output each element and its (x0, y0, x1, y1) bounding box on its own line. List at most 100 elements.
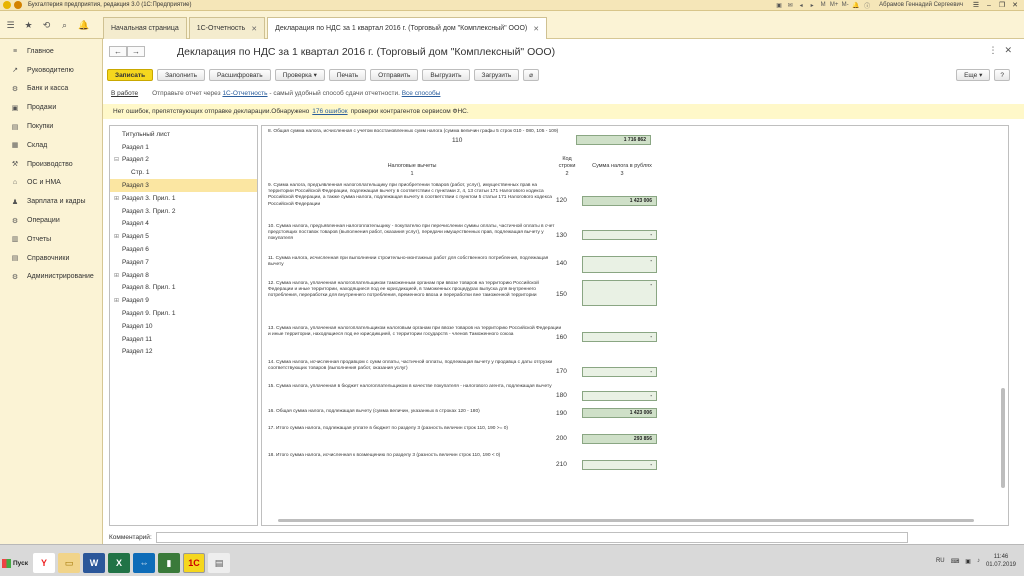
sidebar-item-main[interactable]: ≡ Главное (0, 42, 102, 61)
tab-1c-reporting[interactable]: 1С-Отчетность ✕ (188, 17, 266, 39)
window-preview-icon[interactable]: ▤ (208, 553, 230, 573)
close-icon[interactable]: ✕ (533, 25, 539, 33)
tab-vat-declaration[interactable]: Декларация по НДС за 1 квартал 2016 г. (… (267, 17, 548, 39)
tree-item[interactable]: Раздел 10 (110, 320, 257, 333)
yandex-browser-icon[interactable]: Y (33, 553, 55, 573)
history-icon[interactable]: ⟲ (42, 20, 51, 31)
expand-icon[interactable]: ⊞ (114, 272, 119, 279)
status-link[interactable]: В работе (111, 90, 138, 97)
sidebar-item-admin[interactable]: ⚙ Администрирование (0, 268, 102, 287)
save-button[interactable]: Записать (107, 69, 154, 81)
memory-m-icon[interactable]: M (819, 1, 827, 9)
tree-item[interactable]: Раздел 8. Прил. 1 (110, 282, 257, 295)
favorites-star-icon[interactable]: ★ (24, 20, 33, 31)
sidebar-item-salary[interactable]: ♟ Зарплата и кадры (0, 192, 102, 211)
all-methods-link[interactable]: Все способы (402, 90, 441, 97)
start-button[interactable]: Пуск (2, 556, 32, 570)
clock[interactable]: 11:46 01.07.2019 (986, 553, 1016, 569)
close-icon[interactable]: ✕ (251, 25, 257, 33)
scrollbar-thumb[interactable] (1001, 388, 1005, 488)
report-field-130[interactable]: - (582, 230, 657, 240)
tree-item[interactable]: ⊞ Раздел 5 (110, 230, 257, 243)
file-explorer-icon[interactable]: ▭ (58, 553, 80, 573)
sidebar-item-purchases[interactable]: ▤ Покупки (0, 117, 102, 136)
sidebar-item-director[interactable]: ↗ Руководителю (0, 61, 102, 80)
vertical-scrollbar[interactable] (1000, 130, 1006, 520)
sidebar-item-sales[interactable]: ▣ Продажи (0, 98, 102, 117)
upload-button[interactable]: Выгрузить (422, 69, 470, 81)
nav-back-button[interactable]: ← (109, 46, 127, 57)
more-options-icon[interactable]: ⋮ (988, 45, 997, 56)
tree-item[interactable]: ⊞ Раздел 3. Прил. 1 (110, 192, 257, 205)
memory-mminus-icon[interactable]: M- (841, 1, 849, 9)
menu-dots-icon[interactable]: ☰ (971, 1, 981, 9)
report-field-150[interactable]: - (582, 280, 657, 306)
back-icon[interactable]: ◂ (797, 1, 805, 9)
comment-input[interactable] (155, 532, 908, 543)
network-icon[interactable]: ▣ (965, 558, 971, 565)
help-button[interactable]: ? (994, 69, 1010, 81)
tree-item[interactable]: ⊟ Раздел 2 (110, 154, 257, 167)
tree-item[interactable]: Титульный лист (110, 128, 257, 141)
info-icon[interactable]: ⓘ (863, 1, 871, 10)
decode-button[interactable]: Расшифровать (209, 69, 271, 81)
report-field-170[interactable]: - (582, 367, 657, 377)
report-field-190[interactable]: 1 423 006 (582, 408, 657, 418)
expand-icon[interactable]: ⊞ (114, 233, 119, 240)
sidebar-item-operations[interactable]: ⚙ Операции (0, 211, 102, 230)
language-indicator[interactable]: RU (936, 558, 945, 564)
close-icon[interactable]: ✕ (1004, 45, 1012, 56)
restore-button[interactable]: ❐ (997, 1, 1007, 9)
tree-item[interactable]: Раздел 12 (110, 346, 257, 359)
tree-item-selected[interactable]: Раздел 3 (110, 179, 257, 192)
notification-bell-icon[interactable]: 🔔 (852, 1, 860, 9)
sidebar-item-catalogs[interactable]: ▤ Справочники (0, 249, 102, 268)
menu-icon[interactable]: ☰ (6, 20, 15, 31)
tree-item[interactable]: Раздел 3. Прил. 2 (110, 205, 257, 218)
more-dropdown-button[interactable]: Еще ▾ (956, 69, 991, 81)
excel-icon[interactable]: X (108, 553, 130, 573)
collapse-icon[interactable]: ⊟ (114, 156, 119, 163)
scrollbar-thumb[interactable] (278, 519, 974, 522)
tree-item[interactable]: Раздел 6 (110, 243, 257, 256)
errors-link[interactable]: 176 ошибок (312, 108, 347, 115)
volume-icon[interactable]: ♪ (977, 558, 980, 564)
terminal-icon[interactable]: ▮ (158, 553, 180, 573)
report-field-120[interactable]: 1 423 006 (582, 196, 657, 206)
forward-icon[interactable]: ▸ (808, 1, 816, 9)
report-field-160[interactable]: - (582, 332, 657, 342)
sidebar-item-production[interactable]: ⚒ Производство (0, 155, 102, 174)
fill-button[interactable]: Заполнить (157, 69, 206, 81)
apps-icon[interactable]: ▣ (775, 1, 783, 9)
check-dropdown-button[interactable]: Проверка ▾ (274, 69, 325, 81)
report-field-140[interactable]: - (582, 256, 657, 273)
notifications-bell-icon[interactable]: 🔔 (78, 20, 89, 31)
search-icon[interactable]: ⌕ (60, 20, 69, 31)
expand-icon[interactable]: ⊞ (114, 195, 119, 202)
tree-item[interactable]: Стр. 1 (110, 166, 257, 179)
reporting-link[interactable]: 1С-Отчетность (222, 90, 267, 97)
tree-item[interactable]: Раздел 11 (110, 333, 257, 346)
tree-item[interactable]: ⊞ Раздел 8 (110, 269, 257, 282)
tree-item[interactable]: Раздел 4 (110, 218, 257, 231)
nav-forward-button[interactable]: → (127, 46, 145, 57)
attachment-button[interactable]: ⌀ (523, 69, 540, 81)
close-window-button[interactable]: ✕ (1010, 1, 1020, 9)
minimize-button[interactable]: – (984, 1, 994, 9)
sidebar-item-bank[interactable]: ⚙ Банк и касса (0, 80, 102, 99)
report-field-200[interactable]: 293 856 (582, 434, 657, 444)
send-button[interactable]: Отправить (370, 69, 419, 81)
main-menu-icon[interactable] (14, 1, 22, 9)
load-button[interactable]: Загрузить (473, 69, 520, 81)
expand-icon[interactable]: ⊞ (114, 297, 119, 304)
word-icon[interactable]: W (83, 553, 105, 573)
print-button[interactable]: Печать (328, 69, 367, 81)
report-field-210[interactable]: - (582, 460, 657, 470)
tree-item[interactable]: Раздел 7 (110, 256, 257, 269)
report-field-180[interactable]: - (582, 391, 657, 401)
current-user[interactable]: Абрамов Геннадий Сергеевич (879, 2, 963, 8)
report-field-110[interactable]: 1 716 862 (576, 135, 651, 145)
sidebar-item-reports[interactable]: ▥ Отчеты (0, 230, 102, 249)
sidebar-item-assets[interactable]: ⌂ ОС и НМА (0, 174, 102, 193)
memory-mplus-icon[interactable]: M+ (830, 1, 839, 9)
